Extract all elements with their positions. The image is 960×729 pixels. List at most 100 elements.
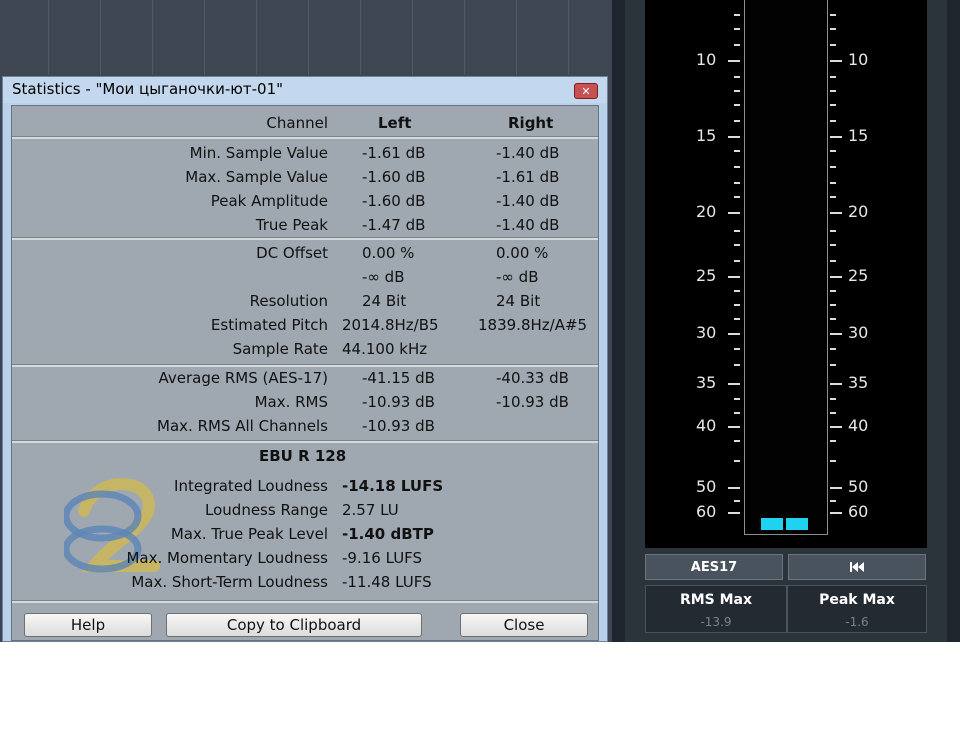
tick-mark [734, 290, 740, 292]
scale-label-right: 50 [848, 477, 869, 496]
scale-label-right: 40 [848, 416, 869, 435]
ebu-value: -14.18 LUFS [342, 477, 444, 495]
tick-mark [830, 383, 842, 385]
divider [12, 364, 598, 367]
close-button[interactable]: Close [460, 613, 588, 637]
peak-max-label: Peak Max [819, 592, 895, 608]
tick-mark [728, 383, 740, 385]
level-indicator-left [761, 518, 783, 530]
scale-label-left: 15 [696, 126, 717, 145]
tick-mark [734, 120, 740, 122]
tick-mark [734, 500, 740, 502]
stat-left-value: 44.100 kHz [342, 340, 428, 358]
stat-right-value: -1.40 dB [496, 144, 560, 162]
tick-mark [734, 440, 740, 442]
help-button[interactable]: Help [24, 613, 152, 637]
stat-left-value: -1.61 dB [362, 144, 426, 162]
tick-mark [830, 60, 842, 62]
stat-left-value: -10.93 dB [362, 417, 435, 435]
header-left: Left [378, 114, 412, 132]
tick-mark [830, 487, 842, 489]
divider [12, 440, 598, 443]
stat-label: Max. RMS All Channels [157, 417, 328, 435]
divider [12, 600, 598, 603]
tick-mark [734, 244, 740, 246]
tick-mark [830, 136, 842, 138]
ebu-value: -9.16 LUFS [342, 549, 423, 567]
ebu-value: 2.57 LU [342, 501, 399, 519]
grid-line [256, 0, 257, 75]
tick-mark [830, 196, 836, 198]
scale-label-left: 20 [696, 202, 717, 221]
grid-line [48, 0, 49, 75]
tick-mark [830, 212, 842, 214]
tick-mark [830, 166, 836, 168]
grid-line [204, 0, 205, 75]
dialog-title: Statistics - "Мои цыганочки-ют-01" [12, 80, 284, 98]
rms-max-box: RMS Max -13.9 [645, 585, 787, 633]
stat-label: Min. Sample Value [189, 144, 328, 162]
tick-mark [830, 90, 836, 92]
stat-right-value: -1.61 dB [496, 168, 560, 186]
close-x-icon[interactable]: ✕ [574, 83, 598, 99]
grid-line [412, 0, 413, 75]
tick-mark [728, 426, 740, 428]
scale-label-left: 50 [696, 477, 717, 496]
statistics-dialog: Statistics - "Мои цыганочки-ют-01" ✕ Cha… [2, 76, 608, 642]
tick-mark [830, 318, 836, 320]
tick-mark [830, 14, 836, 16]
ebu-label: Max. Short-Term Loudness [131, 573, 328, 591]
ebu-label: Max. Momentary Loudness [126, 549, 328, 567]
scale-label-right: 35 [848, 373, 869, 392]
tick-mark [728, 60, 740, 62]
reset-meter-button[interactable] [788, 554, 926, 580]
grid-line [152, 0, 153, 75]
stat-label: Max. Sample Value [185, 168, 328, 186]
stat-right-value: 0.00 % [496, 244, 549, 262]
tick-mark [830, 348, 836, 350]
tick-mark [728, 512, 740, 514]
tick-mark [830, 398, 836, 400]
scale-label-left: 35 [696, 373, 717, 392]
tick-mark [728, 487, 740, 489]
tick-mark [728, 136, 740, 138]
rms-max-label: RMS Max [679, 592, 753, 608]
stat-label: Sample Rate [232, 340, 328, 358]
peak-max-value: -1.6 [845, 615, 869, 629]
tick-mark [734, 412, 740, 414]
tick-mark [734, 196, 740, 198]
tick-mark [734, 398, 740, 400]
tick-mark [830, 244, 836, 246]
peak-max-box: Peak Max -1.6 [787, 585, 927, 633]
tick-mark [734, 28, 740, 30]
skip-to-start-icon [850, 562, 864, 572]
tick-mark [830, 364, 836, 366]
stat-left-value: -10.93 dB [362, 393, 435, 411]
tick-mark [734, 14, 740, 16]
tick-mark [830, 440, 836, 442]
dialog-titlebar[interactable]: Statistics - "Мои цыганочки-ют-01" ✕ [3, 77, 607, 103]
stat-right-value: -1.40 dB [496, 192, 560, 210]
tick-mark [830, 333, 842, 335]
divider [12, 237, 598, 240]
tick-mark [830, 290, 836, 292]
scale-label-right: 20 [848, 202, 869, 221]
scale-label-left: 60 [696, 502, 717, 521]
stat-right-value: -1.40 dB [496, 216, 560, 234]
statistics-content: Channel Left Right Min. Sample Value -1.6… [11, 105, 599, 641]
tick-mark [830, 512, 842, 514]
scale-label-left: 10 [696, 50, 717, 69]
tick-mark [830, 412, 836, 414]
grid-line [464, 0, 465, 75]
tick-mark [830, 120, 836, 122]
copy-to-clipboard-button[interactable]: Copy to Clipboard [166, 613, 422, 637]
ebu-value: -11.48 LUFS [342, 573, 432, 591]
grid-line [308, 0, 309, 75]
tick-mark [830, 260, 836, 262]
grid-line [360, 0, 361, 75]
scale-label-left: 25 [696, 266, 717, 285]
aes17-button[interactable]: AES17 [645, 554, 783, 580]
tick-mark [830, 182, 836, 184]
tick-mark [734, 348, 740, 350]
level-indicator-right [786, 518, 808, 530]
